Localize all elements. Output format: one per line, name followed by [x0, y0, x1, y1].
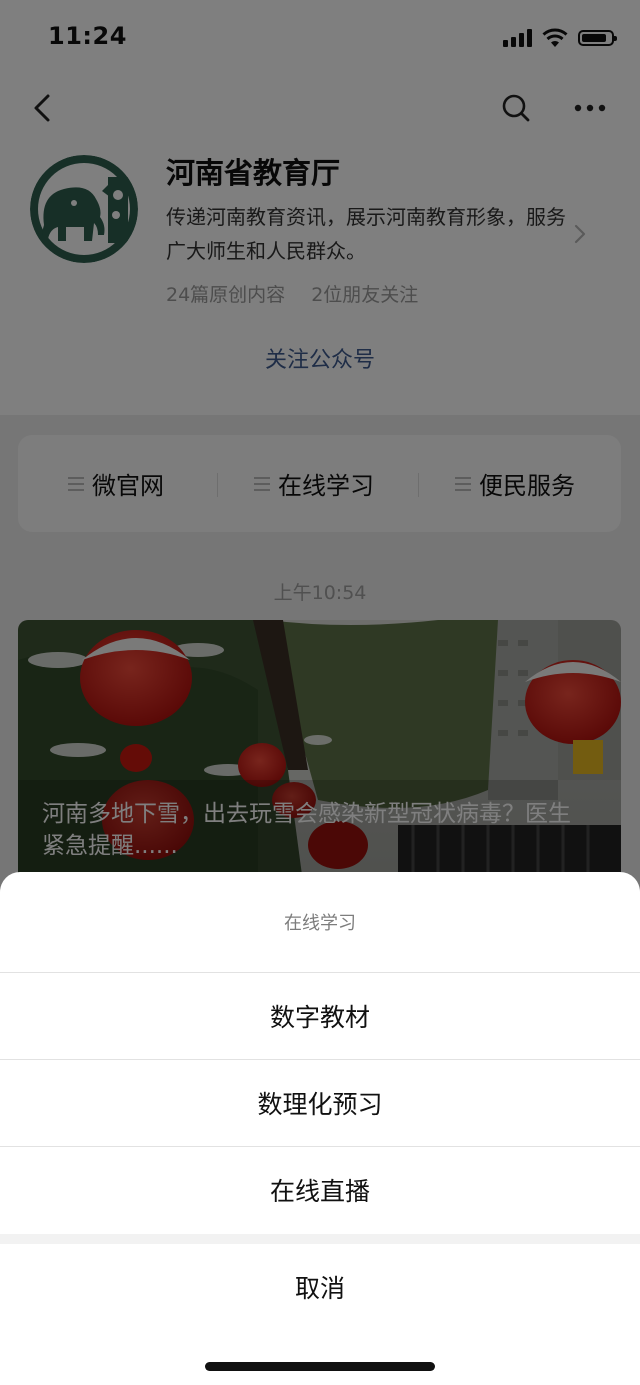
official-account-page: 11:24: [0, 0, 640, 1385]
action-sheet-title: 在线学习: [284, 913, 356, 934]
option-live-broadcast[interactable]: 在线直播: [0, 1146, 640, 1232]
sheet-separator: [0, 1234, 640, 1244]
cancel-button[interactable]: 取消: [0, 1244, 640, 1330]
home-indicator[interactable]: [205, 1362, 435, 1371]
option-digital-textbook[interactable]: 数字教材: [0, 972, 640, 1058]
option-science-preview[interactable]: 数理化预习: [0, 1059, 640, 1145]
action-sheet: 在线学习 数字教材 数理化预习 在线直播 取消: [0, 872, 640, 1385]
